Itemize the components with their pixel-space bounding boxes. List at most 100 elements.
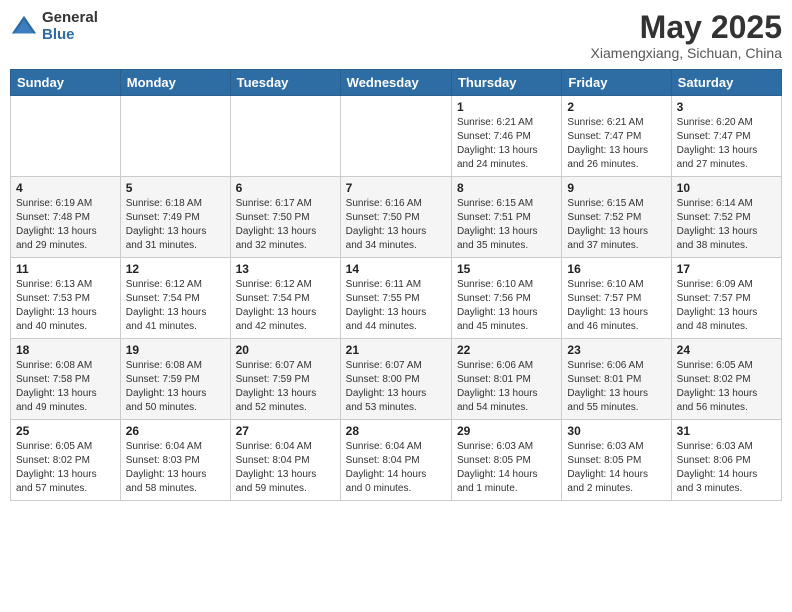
day-cell: 10Sunrise: 6:14 AM Sunset: 7:52 PM Dayli… (671, 177, 781, 258)
day-info: Sunrise: 6:21 AM Sunset: 7:46 PM Dayligh… (457, 116, 556, 172)
day-info: Sunrise: 6:17 AM Sunset: 7:50 PM Dayligh… (236, 197, 335, 253)
day-number: 26 (126, 424, 225, 438)
day-cell: 20Sunrise: 6:07 AM Sunset: 7:59 PM Dayli… (230, 339, 340, 420)
day-number: 13 (236, 262, 335, 276)
day-number: 23 (567, 343, 665, 357)
day-info: Sunrise: 6:15 AM Sunset: 7:51 PM Dayligh… (457, 197, 556, 253)
day-cell: 8 Sunrise: 6:15 AM Sunset: 7:51 PM Daylig… (451, 177, 561, 258)
day-number: 5 (126, 181, 225, 195)
week-row-1: 1 Sunrise: 6:21 AM Sunset: 7:46 PM Daylig… (11, 96, 782, 177)
day-number: 11 (16, 262, 115, 276)
day-number: 18 (16, 343, 115, 357)
day-cell: 5 Sunrise: 6:18 AM Sunset: 7:49 PM Daylig… (120, 177, 230, 258)
day-cell: 6 Sunrise: 6:17 AM Sunset: 7:50 PM Daylig… (230, 177, 340, 258)
day-number: 16 (567, 262, 665, 276)
day-number: 21 (346, 343, 446, 357)
weekday-friday: Friday (562, 70, 671, 96)
day-cell: 11 Sunrise: 6:13 AM Sunset: 7:53 PM Dayli… (11, 258, 121, 339)
weekday-monday: Monday (120, 70, 230, 96)
weekday-saturday: Saturday (671, 70, 781, 96)
day-info: Sunrise: 6:05 AM Sunset: 8:02 PM Dayligh… (677, 359, 776, 415)
day-info: Sunrise: 6:06 AM Sunset: 8:01 PM Dayligh… (457, 359, 556, 415)
day-number: 7 (346, 181, 446, 195)
day-cell: 2 Sunrise: 6:21 AM Sunset: 7:47 PM Daylig… (562, 96, 671, 177)
day-cell: 18 Sunrise: 6:08 AM Sunset: 7:58 PM Dayli… (11, 339, 121, 420)
day-cell: 21Sunrise: 6:07 AM Sunset: 8:00 PM Dayli… (340, 339, 451, 420)
day-cell: 16 Sunrise: 6:10 AM Sunset: 7:57 PM Dayli… (562, 258, 671, 339)
day-cell: 30 Sunrise: 6:03 AM Sunset: 8:05 PM Dayli… (562, 420, 671, 501)
day-info: Sunrise: 6:15 AM Sunset: 7:52 PM Dayligh… (567, 197, 665, 253)
day-info: Sunrise: 6:16 AM Sunset: 7:50 PM Dayligh… (346, 197, 446, 253)
week-row-4: 18 Sunrise: 6:08 AM Sunset: 7:58 PM Dayli… (11, 339, 782, 420)
day-number: 19 (126, 343, 225, 357)
day-number: 28 (346, 424, 446, 438)
day-info: Sunrise: 6:04 AM Sunset: 8:04 PM Dayligh… (346, 440, 446, 496)
day-info: Sunrise: 6:05 AM Sunset: 8:02 PM Dayligh… (16, 440, 115, 496)
day-cell: 26 Sunrise: 6:04 AM Sunset: 8:03 PM Dayli… (120, 420, 230, 501)
day-number: 17 (677, 262, 776, 276)
day-number: 15 (457, 262, 556, 276)
day-info: Sunrise: 6:21 AM Sunset: 7:47 PM Dayligh… (567, 116, 665, 172)
day-info: Sunrise: 6:04 AM Sunset: 8:04 PM Dayligh… (236, 440, 335, 496)
weekday-wednesday: Wednesday (340, 70, 451, 96)
day-cell: 14 Sunrise: 6:11 AM Sunset: 7:55 PM Dayli… (340, 258, 451, 339)
day-cell: 3 Sunrise: 6:20 AM Sunset: 7:47 PM Daylig… (671, 96, 781, 177)
day-info: Sunrise: 6:10 AM Sunset: 7:56 PM Dayligh… (457, 278, 556, 334)
month-title: May 2025 (591, 10, 782, 45)
day-cell: 28 Sunrise: 6:04 AM Sunset: 8:04 PM Dayli… (340, 420, 451, 501)
day-info: Sunrise: 6:07 AM Sunset: 7:59 PM Dayligh… (236, 359, 335, 415)
weekday-sunday: Sunday (11, 70, 121, 96)
logo-general-text: General (42, 10, 98, 27)
day-number: 25 (16, 424, 115, 438)
day-info: Sunrise: 6:06 AM Sunset: 8:01 PM Dayligh… (567, 359, 665, 415)
weekday-thursday: Thursday (451, 70, 561, 96)
day-number: 14 (346, 262, 446, 276)
logo-text: General Blue (42, 10, 98, 43)
day-number: 3 (677, 100, 776, 114)
location: Xiamengxiang, Sichuan, China (591, 45, 782, 61)
day-number: 2 (567, 100, 665, 114)
day-cell: 24Sunrise: 6:05 AM Sunset: 8:02 PM Dayli… (671, 339, 781, 420)
day-number: 8 (457, 181, 556, 195)
logo-blue-text: Blue (42, 27, 98, 44)
day-number: 4 (16, 181, 115, 195)
day-info: Sunrise: 6:04 AM Sunset: 8:03 PM Dayligh… (126, 440, 225, 496)
day-cell (120, 96, 230, 177)
week-row-2: 4 Sunrise: 6:19 AM Sunset: 7:48 PM Daylig… (11, 177, 782, 258)
day-info: Sunrise: 6:19 AM Sunset: 7:48 PM Dayligh… (16, 197, 115, 253)
day-info: Sunrise: 6:03 AM Sunset: 8:06 PM Dayligh… (677, 440, 776, 496)
day-info: Sunrise: 6:13 AM Sunset: 7:53 PM Dayligh… (16, 278, 115, 334)
day-info: Sunrise: 6:03 AM Sunset: 8:05 PM Dayligh… (567, 440, 665, 496)
day-info: Sunrise: 6:20 AM Sunset: 7:47 PM Dayligh… (677, 116, 776, 172)
day-number: 6 (236, 181, 335, 195)
day-number: 29 (457, 424, 556, 438)
weekday-header-row: SundayMondayTuesdayWednesdayThursdayFrid… (11, 70, 782, 96)
day-cell: 19Sunrise: 6:08 AM Sunset: 7:59 PM Dayli… (120, 339, 230, 420)
day-cell (340, 96, 451, 177)
day-info: Sunrise: 6:18 AM Sunset: 7:49 PM Dayligh… (126, 197, 225, 253)
title-section: May 2025 Xiamengxiang, Sichuan, China (591, 10, 782, 61)
day-cell: 29Sunrise: 6:03 AM Sunset: 8:05 PM Dayli… (451, 420, 561, 501)
day-info: Sunrise: 6:08 AM Sunset: 7:58 PM Dayligh… (16, 359, 115, 415)
weekday-tuesday: Tuesday (230, 70, 340, 96)
week-row-3: 11 Sunrise: 6:13 AM Sunset: 7:53 PM Dayli… (11, 258, 782, 339)
day-cell: 13 Sunrise: 6:12 AM Sunset: 7:54 PM Dayli… (230, 258, 340, 339)
day-cell: 22Sunrise: 6:06 AM Sunset: 8:01 PM Dayli… (451, 339, 561, 420)
day-cell (230, 96, 340, 177)
day-cell: 25 Sunrise: 6:05 AM Sunset: 8:02 PM Dayli… (11, 420, 121, 501)
day-number: 27 (236, 424, 335, 438)
day-cell: 17 Sunrise: 6:09 AM Sunset: 7:57 PM Dayli… (671, 258, 781, 339)
day-number: 9 (567, 181, 665, 195)
day-cell: 27 Sunrise: 6:04 AM Sunset: 8:04 PM Dayli… (230, 420, 340, 501)
page-header: General Blue May 2025 Xiamengxiang, Sich… (10, 10, 782, 61)
day-info: Sunrise: 6:12 AM Sunset: 7:54 PM Dayligh… (126, 278, 225, 334)
day-cell: 9 Sunrise: 6:15 AM Sunset: 7:52 PM Daylig… (562, 177, 671, 258)
day-info: Sunrise: 6:10 AM Sunset: 7:57 PM Dayligh… (567, 278, 665, 334)
day-info: Sunrise: 6:09 AM Sunset: 7:57 PM Dayligh… (677, 278, 776, 334)
day-number: 1 (457, 100, 556, 114)
day-cell: 12Sunrise: 6:12 AM Sunset: 7:54 PM Dayli… (120, 258, 230, 339)
day-cell: 23 Sunrise: 6:06 AM Sunset: 8:01 PM Dayli… (562, 339, 671, 420)
day-number: 30 (567, 424, 665, 438)
day-info: Sunrise: 6:11 AM Sunset: 7:55 PM Dayligh… (346, 278, 446, 334)
day-info: Sunrise: 6:12 AM Sunset: 7:54 PM Dayligh… (236, 278, 335, 334)
